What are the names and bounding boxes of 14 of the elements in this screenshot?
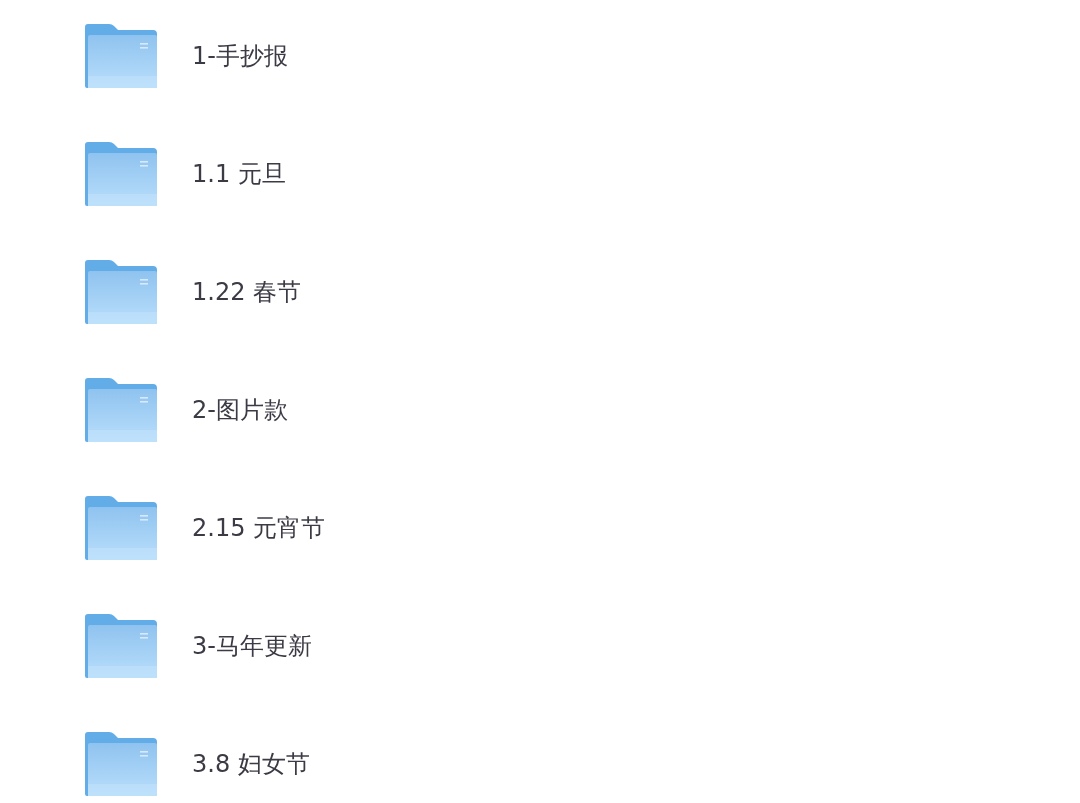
folder-name[interactable]: 3.8 妇女节 (192, 749, 310, 779)
folder-name[interactable]: 1.22 春节 (192, 277, 302, 307)
folder-name[interactable]: 2-图片款 (192, 395, 288, 425)
folder-icon[interactable] (85, 142, 157, 206)
folder-name[interactable]: 1.1 元旦 (192, 159, 286, 189)
folder-icon[interactable] (85, 732, 157, 796)
folder-name[interactable]: 2.15 元宵节 (192, 513, 326, 543)
folder-name[interactable]: 1-手抄报 (192, 41, 288, 71)
folder-icon[interactable] (85, 496, 157, 560)
folder-icon[interactable] (85, 614, 157, 678)
folder-icon[interactable] (85, 260, 157, 324)
folder-icon[interactable] (85, 24, 157, 88)
folder-icon[interactable] (85, 378, 157, 442)
folder-name[interactable]: 3-马年更新 (192, 631, 312, 661)
